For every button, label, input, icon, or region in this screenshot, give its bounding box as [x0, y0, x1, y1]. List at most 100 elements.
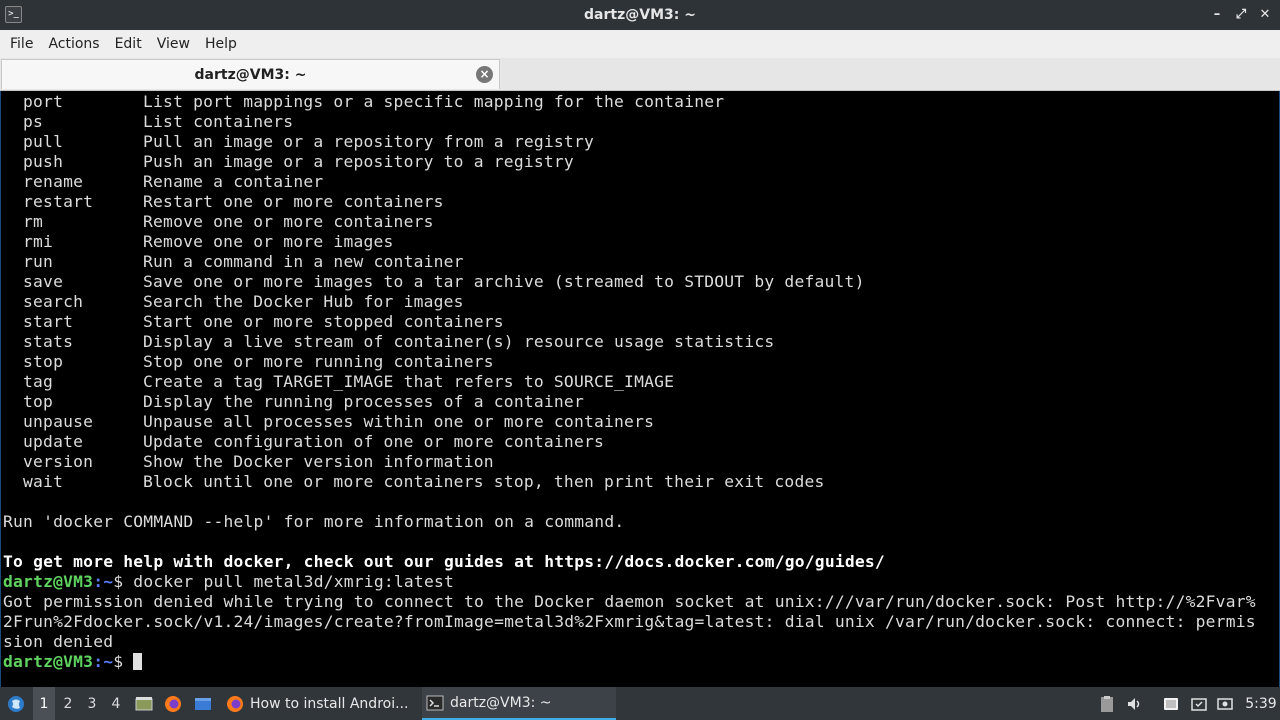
- command-name: rm: [23, 212, 44, 231]
- command-name: push: [23, 152, 64, 171]
- files-icon: [1191, 697, 1207, 711]
- tab-terminal[interactable]: dartz@VM3: ~ ×: [1, 59, 500, 89]
- error-line: Got permission denied while trying to co…: [3, 592, 1256, 611]
- window-title: dartz@VM3: ~: [584, 7, 696, 23]
- command-name: restart: [23, 192, 94, 211]
- clipboard-icon: [1101, 695, 1113, 712]
- tab-bar: dartz@VM3: ~ ×: [0, 58, 1280, 91]
- close-window-button[interactable]: ✕: [1258, 8, 1272, 22]
- command-name: tag: [23, 372, 54, 391]
- command-name: rename: [23, 172, 84, 191]
- start-menu-icon: [8, 695, 24, 712]
- command-row: save Save one or more images to a tar arc…: [3, 272, 1256, 292]
- error-line: sion denied: [3, 632, 114, 651]
- prompt-path: :~: [93, 572, 114, 591]
- command-row: run Run a command in a new container: [3, 252, 1256, 272]
- command-description: Create a tag TARGET_IMAGE that refers to…: [143, 372, 675, 391]
- maximize-button[interactable]: ⤢: [1234, 8, 1248, 22]
- menu-view[interactable]: View: [151, 36, 196, 52]
- command-description: Stop one or more running containers: [143, 352, 494, 371]
- task-terminal[interactable]: dartz@VM3: ~: [422, 687, 616, 720]
- taskbar: 1 2 3 4 How to install Androi... dartz@V…: [0, 687, 1280, 720]
- command-row: start Start one or more stopped container…: [3, 312, 1256, 332]
- task-firefox[interactable]: How to install Androi...: [222, 687, 414, 720]
- command-name: update: [23, 432, 84, 451]
- command-description: Remove one or more containers: [143, 212, 434, 231]
- show-desktop-button[interactable]: [135, 687, 155, 720]
- command-name: wait: [23, 472, 64, 491]
- command-row: port List port mappings or a specific map…: [3, 92, 1256, 112]
- command-description: Pull an image or a repository from a reg…: [143, 132, 594, 151]
- clipboard-tray[interactable]: [1098, 687, 1118, 720]
- files-tray[interactable]: [1190, 687, 1210, 720]
- command-name: search: [23, 292, 84, 311]
- command-description: Show the Docker version information: [143, 452, 494, 471]
- workspace-1[interactable]: 1: [33, 687, 55, 720]
- workspace-2[interactable]: 2: [57, 687, 79, 720]
- command-name: save: [23, 272, 64, 291]
- command-name: stats: [23, 332, 74, 351]
- terminal-text: port List port mappings or a specific map…: [3, 92, 1256, 672]
- terminal-output[interactable]: port List port mappings or a specific map…: [0, 91, 1280, 687]
- command-row: ps List containers: [3, 112, 1256, 132]
- command-row: version Show the Docker version informati…: [3, 452, 1256, 472]
- command-name: pull: [23, 132, 64, 151]
- help-line: Run 'docker COMMAND --help' for more inf…: [3, 512, 625, 531]
- command-row: rm Remove one or more containers: [3, 212, 1256, 232]
- show-desktop-icon: [135, 696, 153, 710]
- firefox-icon: [227, 695, 243, 712]
- start-menu-button[interactable]: [4, 687, 28, 720]
- command-name: ps: [23, 112, 44, 131]
- firefox-icon: [165, 695, 181, 712]
- menu-file[interactable]: File: [4, 36, 39, 52]
- file-manager-launcher[interactable]: [194, 687, 214, 720]
- file-manager-icon: [195, 697, 211, 710]
- command-row: rename Rename a container: [3, 172, 1256, 192]
- prompt-line: dartz@VM3:~$: [3, 652, 1256, 672]
- prompt-symbol: $: [113, 652, 134, 671]
- command-row: pull Pull an image or a repository from a…: [3, 132, 1256, 152]
- command-row: restart Restart one or more containers: [3, 192, 1256, 212]
- command-description: Rename a container: [143, 172, 324, 191]
- command-name: version: [23, 452, 94, 471]
- command-row: update Update configuration of one or mor…: [3, 432, 1256, 452]
- screenshot-tray[interactable]: [1216, 687, 1236, 720]
- firefox-launcher[interactable]: [164, 687, 184, 720]
- text-cursor[interactable]: [133, 653, 143, 670]
- clock[interactable]: 5:39: [1242, 687, 1280, 720]
- command-description: Block until one or more containers stop,…: [143, 472, 825, 491]
- task-terminal-label: dartz@VM3: ~: [450, 694, 552, 711]
- command-name: rmi: [23, 232, 54, 251]
- command-row: stats Display a live stream of container(…: [3, 332, 1256, 352]
- workspace-3[interactable]: 3: [81, 687, 103, 720]
- command-description: Unpause all processes within one or more…: [143, 412, 655, 431]
- command-row: rmi Remove one or more images: [3, 232, 1256, 252]
- guides-line: To get more help with docker, check out …: [3, 552, 885, 571]
- display-tray[interactable]: [1162, 687, 1182, 720]
- close-icon[interactable]: ×: [476, 66, 493, 83]
- menu-actions[interactable]: Actions: [42, 36, 105, 52]
- command-row: search Search the Docker Hub for images: [3, 292, 1256, 312]
- menu-help[interactable]: Help: [199, 36, 243, 52]
- command-description: Run a command in a new container: [143, 252, 464, 271]
- window-controls: – ⤢ ✕: [1210, 0, 1272, 30]
- volume-tray[interactable]: [1126, 687, 1146, 720]
- command-name: port: [23, 92, 64, 111]
- workspace-4[interactable]: 4: [105, 687, 127, 720]
- tab-label: dartz@VM3: ~: [194, 66, 307, 83]
- window-titlebar: >_ dartz@VM3: ~ – ⤢ ✕: [0, 0, 1280, 30]
- volume-icon: [1128, 697, 1140, 710]
- command-name: run: [23, 252, 54, 271]
- command-row: tag Create a tag TARGET_IMAGE that refers…: [3, 372, 1256, 392]
- command-description: List port mappings or a specific mapping…: [143, 92, 725, 111]
- menu-edit[interactable]: Edit: [109, 36, 148, 52]
- command-description: Restart one or more containers: [143, 192, 444, 211]
- terminal-app-icon: >_: [5, 6, 22, 23]
- entered-command: docker pull metal3d/xmrig:latest: [133, 572, 455, 591]
- minimize-button[interactable]: –: [1210, 8, 1224, 22]
- command-name: start: [23, 312, 74, 331]
- command-row: push Push an image or a repository to a r…: [3, 152, 1256, 172]
- command-row: wait Block until one or more containers s…: [3, 472, 1256, 492]
- prompt-user: dartz@VM3: [3, 572, 94, 591]
